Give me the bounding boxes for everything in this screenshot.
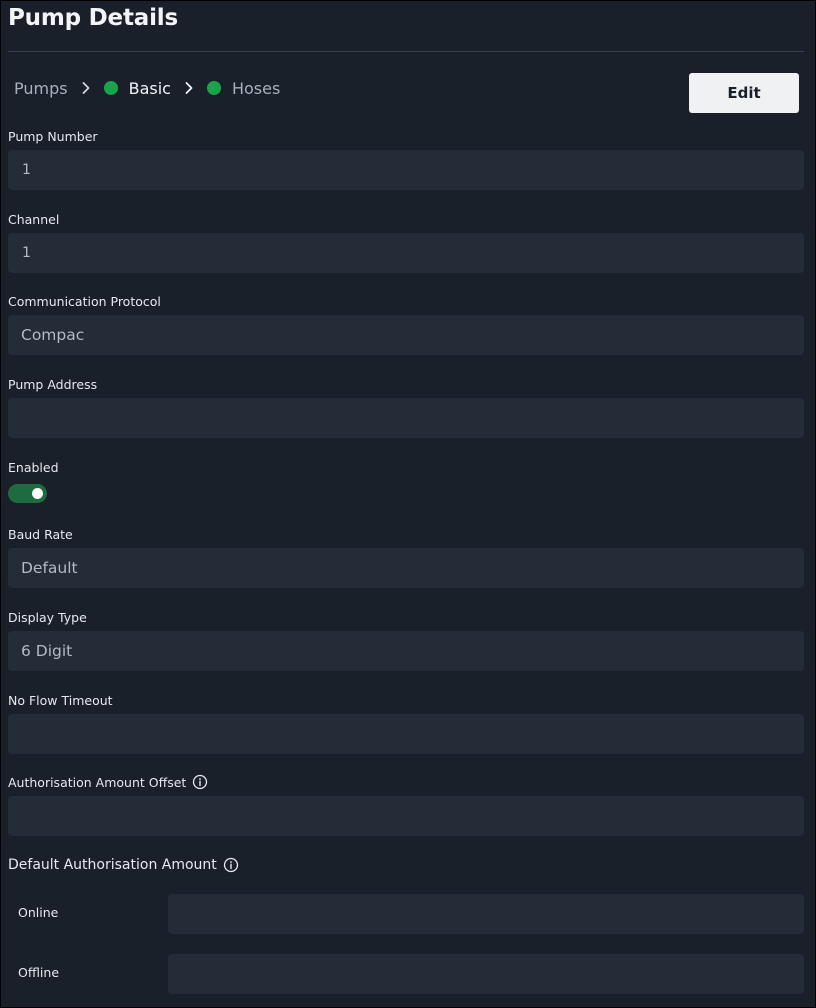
- edit-button[interactable]: Edit: [689, 73, 799, 113]
- offline-amount-field[interactable]: [168, 954, 804, 994]
- communication-protocol-field[interactable]: Compac: [8, 315, 804, 355]
- breadcrumb: Pumps Basic Hoses: [14, 77, 280, 99]
- breadcrumb-basic[interactable]: Basic: [129, 79, 171, 98]
- pump-address-field[interactable]: [8, 398, 804, 438]
- authorisation-amount-offset-field[interactable]: [8, 796, 804, 836]
- pump-address-label: Pump Address: [8, 377, 98, 392]
- page-title: Pump Details: [8, 5, 178, 31]
- pump-details-panel: Pump Details Pumps Basic Hoses Edit Pump…: [0, 0, 816, 1008]
- online-amount-field[interactable]: [168, 894, 804, 934]
- no-flow-timeout-label: No Flow Timeout: [8, 693, 113, 708]
- no-flow-timeout-field[interactable]: [8, 714, 804, 754]
- status-dot-icon: [103, 81, 118, 95]
- offline-label: Offline: [18, 965, 60, 980]
- default-authorisation-amount-label-row: Default Authorisation Amount: [8, 857, 239, 873]
- info-icon[interactable]: [192, 774, 208, 790]
- online-label: Online: [18, 905, 59, 920]
- breadcrumb-pumps[interactable]: Pumps: [14, 79, 68, 98]
- baud-rate-field[interactable]: Default: [8, 548, 804, 588]
- status-dot-icon: [206, 81, 221, 95]
- pump-number-label: Pump Number: [8, 129, 98, 144]
- display-type-field[interactable]: 6 Digit: [8, 631, 804, 671]
- default-authorisation-amount-label: Default Authorisation Amount: [8, 857, 217, 873]
- info-icon[interactable]: [223, 857, 239, 873]
- title-divider: [8, 51, 804, 52]
- channel-label: Channel: [8, 212, 60, 227]
- communication-protocol-label: Communication Protocol: [8, 294, 161, 309]
- toggle-knob: [32, 488, 43, 499]
- authorisation-amount-offset-label-row: Authorisation Amount Offset: [8, 774, 208, 790]
- breadcrumb-hoses[interactable]: Hoses: [232, 79, 280, 98]
- chevron-right-icon: [82, 82, 90, 94]
- channel-field[interactable]: 1: [8, 233, 804, 273]
- enabled-label: Enabled: [8, 460, 59, 475]
- baud-rate-label: Baud Rate: [8, 527, 73, 542]
- display-type-label: Display Type: [8, 610, 87, 625]
- enabled-toggle[interactable]: [8, 484, 47, 503]
- pump-number-field[interactable]: 1: [8, 150, 804, 190]
- authorisation-amount-offset-label: Authorisation Amount Offset: [8, 774, 187, 790]
- chevron-right-icon: [185, 82, 193, 94]
